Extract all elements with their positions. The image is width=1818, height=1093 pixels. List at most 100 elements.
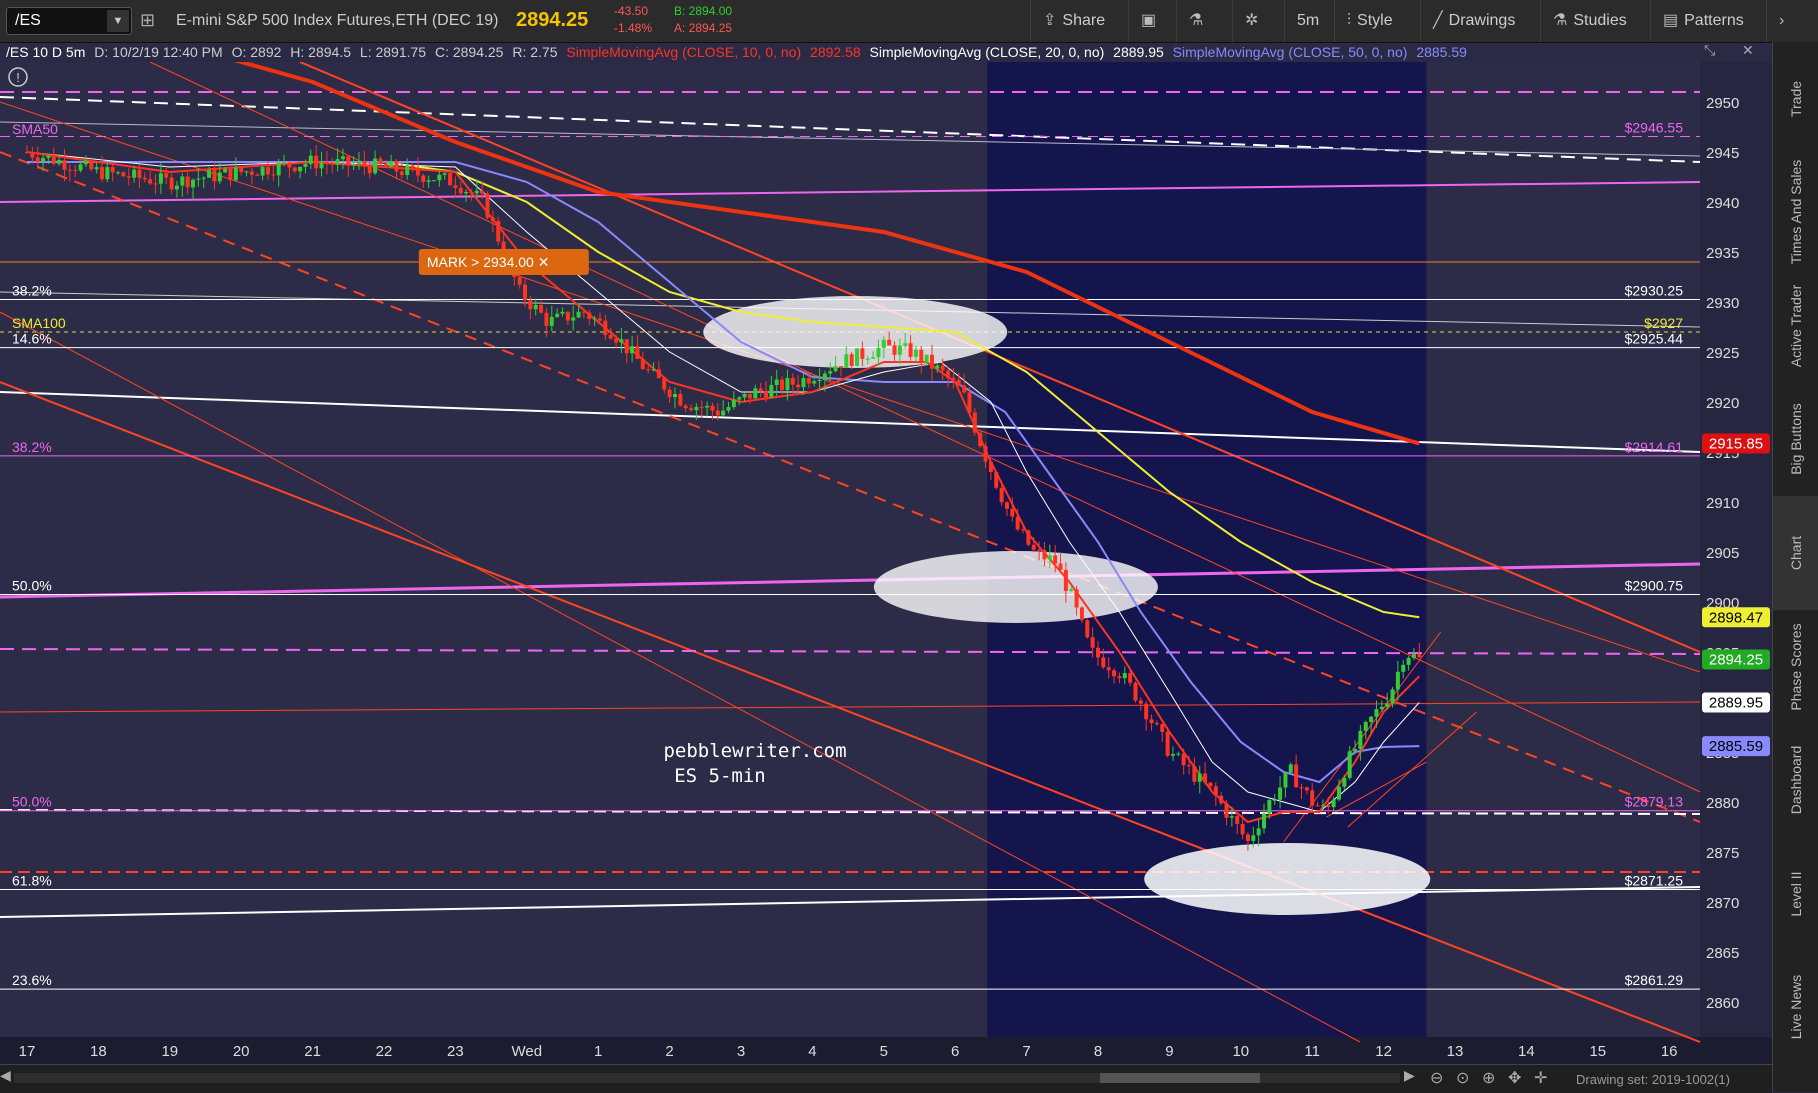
zoom-in-icon[interactable]: ⊕ <box>1482 1068 1495 1088</box>
candle-body <box>276 162 281 176</box>
candle-body <box>1042 549 1047 560</box>
candle-body <box>1203 773 1208 783</box>
chevron-down-icon[interactable]: ▼ <box>107 10 129 32</box>
zoom-out-icon[interactable]: ⊖ <box>1430 1068 1443 1088</box>
candle-body <box>410 165 415 168</box>
style-button[interactable]: ⫶ Style <box>1334 0 1431 42</box>
candle-body <box>383 163 388 167</box>
side-tab-label: Times And Sales <box>1788 160 1804 265</box>
candle-body <box>539 304 544 313</box>
candle-body <box>1197 773 1202 782</box>
studies-button[interactable]: ⚗ Studies <box>1540 0 1657 42</box>
share-button[interactable]: ⇪ Share <box>1030 0 1127 42</box>
x-tick-label: 18 <box>90 1043 107 1060</box>
mark-label-text: MARK > 2934.00 ✕ <box>427 254 550 270</box>
x-tick-label: 20 <box>233 1043 250 1060</box>
candle-body <box>769 385 774 398</box>
candle-body <box>640 358 645 370</box>
drawings-button[interactable]: ╱ Drawings <box>1420 0 1541 42</box>
close-icon[interactable]: ✕ <box>1742 42 1754 59</box>
candle-body <box>635 346 640 359</box>
candle-body <box>1385 703 1390 707</box>
candle-body <box>25 152 29 153</box>
candle-body <box>453 185 458 188</box>
side-tab-dashboard[interactable]: Dashboard <box>1773 723 1818 837</box>
candle-body <box>41 157 46 162</box>
patterns-button[interactable]: ▤ Patterns <box>1650 0 1777 42</box>
side-tab-phase-scores[interactable]: Phase Scores <box>1773 610 1818 724</box>
sma50-text-label: SMA50 <box>12 121 58 137</box>
candle-body <box>57 160 62 164</box>
candle-body <box>373 158 378 174</box>
candle-body <box>603 320 608 335</box>
candle-body <box>1224 803 1229 818</box>
zoom-fit-icon[interactable]: ⊙ <box>1456 1068 1469 1088</box>
candle-body <box>1310 790 1315 806</box>
snapshot-button[interactable]: ▣ <box>1128 0 1175 42</box>
chart-canvas[interactable]: $2946.55 38.2% $2930.25 SMA100 $2927 14.6% $29… <box>0 62 1772 1064</box>
scroll-right-icon[interactable]: ▶ <box>1404 1067 1415 1084</box>
side-tab-level-ii[interactable]: Level II <box>1773 837 1818 951</box>
candle-body <box>705 405 710 408</box>
candle-body <box>191 179 196 188</box>
candle-body <box>255 174 260 176</box>
candle-body <box>228 168 233 181</box>
crosshair-icon[interactable]: ✛ <box>1534 1068 1547 1088</box>
link-grid-icon[interactable]: ⊞ <box>140 10 155 31</box>
candle-body <box>1288 764 1293 773</box>
side-tab-active-trader[interactable]: Active Trader <box>1773 269 1818 383</box>
candle-body <box>367 166 372 174</box>
lab-button[interactable]: ⚗ <box>1176 0 1223 42</box>
candle-body <box>972 412 977 433</box>
candle-body <box>30 152 35 158</box>
side-tab-big-buttons[interactable]: Big Buttons <box>1773 383 1818 497</box>
x-tick-label: 8 <box>1094 1043 1102 1060</box>
side-tab-times-and-sales[interactable]: Times And Sales <box>1773 156 1818 270</box>
candle-body <box>946 370 951 378</box>
candle-body <box>624 339 629 354</box>
price-tag-label: 2898.47 <box>1709 609 1763 626</box>
candle-body <box>1331 799 1336 808</box>
x-tick-label: 17 <box>19 1043 36 1060</box>
side-tab-label: Active Trader <box>1788 284 1804 368</box>
bar-low: L: 2891.75 <box>359 44 427 60</box>
candle-body <box>565 311 570 321</box>
candle-body <box>983 446 988 462</box>
side-tab-trade[interactable]: Trade <box>1773 42 1818 156</box>
candle-body <box>544 312 549 326</box>
bid-price: B: 2894.00 <box>674 4 733 18</box>
side-tab-chart[interactable]: Chart <box>1773 496 1818 610</box>
candle-body <box>1149 719 1154 724</box>
collapse-button[interactable]: › <box>1766 0 1818 42</box>
x-tick-label: 11 <box>1304 1043 1320 1060</box>
expand-icon[interactable]: ⤡ <box>1704 42 1715 59</box>
candle-body <box>1015 516 1020 530</box>
candle-body <box>217 172 222 182</box>
candle-body <box>137 169 142 178</box>
candle-body <box>94 167 99 170</box>
candle-body <box>415 167 420 176</box>
settings-button[interactable]: ✲ <box>1232 0 1279 42</box>
candle-body <box>608 334 613 339</box>
candle-body <box>1128 673 1133 683</box>
candle-body <box>1053 555 1058 564</box>
share-icon: ⇪ <box>1043 12 1057 29</box>
side-tab-live-news[interactable]: Live News <box>1773 950 1818 1064</box>
candle-body <box>1411 654 1416 658</box>
x-tick-label: 10 <box>1232 1043 1249 1060</box>
pan-icon[interactable]: ✥ <box>1508 1068 1521 1088</box>
candle-body <box>967 392 972 413</box>
symbol-selector[interactable]: /ES ▼ <box>6 7 132 35</box>
candle-body <box>426 180 431 182</box>
candle-body <box>892 345 897 355</box>
scroll-thumb[interactable] <box>1100 1073 1260 1083</box>
price-tag-label: 2915.85 <box>1709 436 1763 453</box>
candle-body <box>158 173 163 184</box>
sma20-label: SimpleMovingAvg (CLOSE, 20, 0, no) <box>869 44 1105 60</box>
candle-body <box>828 371 833 374</box>
scroll-left-icon[interactable]: ◀ <box>0 1067 11 1084</box>
candle-body <box>1342 777 1347 787</box>
candle-body <box>988 461 993 473</box>
level-left-label: 23.6% <box>12 972 52 988</box>
candle-body <box>1138 700 1143 704</box>
